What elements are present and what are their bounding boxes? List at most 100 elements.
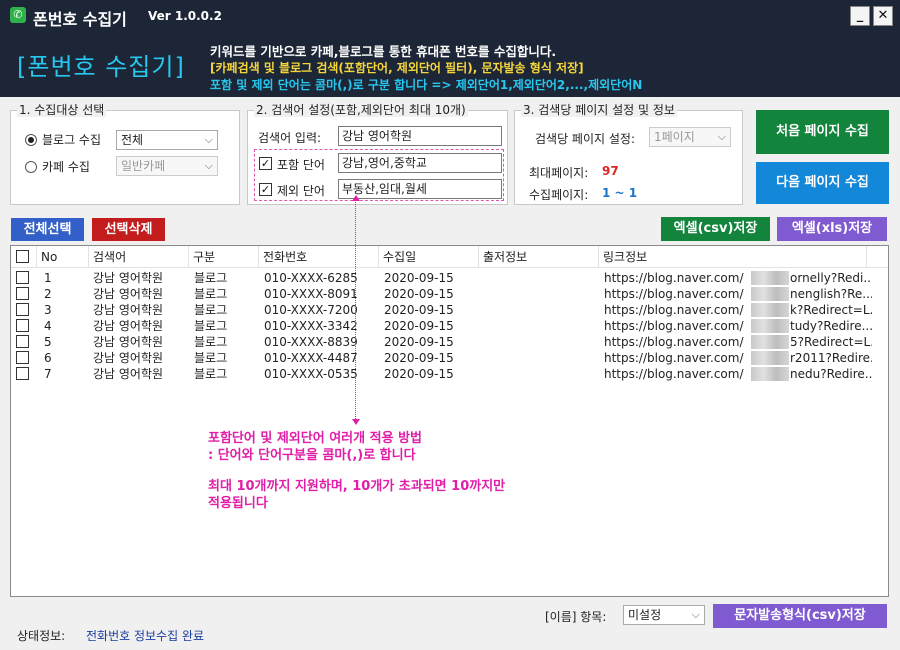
excel-xls-button[interactable]: 엑셀(xls)저장 xyxy=(777,217,887,241)
first-page-button[interactable]: 처음 페이지 수집 xyxy=(756,110,889,154)
cell-phone: 010-XXXX-7200 xyxy=(264,303,358,317)
row-checkbox[interactable] xyxy=(16,351,29,364)
table-row[interactable]: 4 강남 영어학원 블로그 010-XXXX-3342 2020-09-15 https:… xyxy=(11,318,888,334)
col-keyword[interactable]: 검색어 xyxy=(89,246,189,268)
include-checkbox[interactable]: ✓ xyxy=(259,157,272,170)
select-all-checkbox[interactable] xyxy=(16,250,29,263)
cell-phone: 010-XXXX-4487 xyxy=(264,351,358,365)
table-row[interactable]: 6 강남 영어학원 블로그 010-XXXX-4487 2020-09-15 https:… xyxy=(11,350,888,366)
redacted-blog-id xyxy=(751,303,789,317)
cell-type: 블로그 xyxy=(194,319,228,333)
results-table[interactable]: No 검색어 구분 전화번호 수집일 출저정보 링크정보 1 강남 영어학원 블로그… xyxy=(10,245,889,597)
row-checkbox[interactable] xyxy=(16,367,29,380)
per-search-value: 1페이지 xyxy=(654,130,695,144)
cafe-type-value: 일반카페 xyxy=(121,159,166,173)
cell-link-prefix: https://blog.naver.com/ xyxy=(604,271,744,285)
blog-type-value: 전체 xyxy=(121,133,144,147)
cell-link-suffix: ornelly?Redi... xyxy=(790,271,872,285)
close-button[interactable]: ✕ xyxy=(873,6,893,26)
row-checkbox[interactable] xyxy=(16,335,29,348)
cafe-type-select[interactable]: 일반카페 ⌵ xyxy=(116,156,218,176)
cell-no: 2 xyxy=(44,287,52,301)
cafe-radio[interactable] xyxy=(25,160,37,173)
cell-source xyxy=(484,286,598,302)
target-group: 1. 수집대상 선택 블로그 수집 전체 ⌵ 카페 수집 일반카페 ⌵ xyxy=(10,103,240,205)
keyword-input[interactable]: 강남 영어학원 xyxy=(338,126,502,146)
col-type[interactable]: 구분 xyxy=(189,246,259,268)
header-features: [카페검색 및 블로그 검색(포함단어, 제외단어 필터), 문자발송 형식 저… xyxy=(210,61,584,75)
title-bar: ✆ 폰번호 수집기 Ver 1.0.0.2 _ ✕ xyxy=(0,0,900,32)
blog-radio[interactable] xyxy=(25,133,37,146)
table-row[interactable]: 2 강남 영어학원 블로그 010-XXXX-8091 2020-09-15 https:… xyxy=(11,286,888,302)
col-link[interactable]: 링크정보 xyxy=(599,246,867,268)
status-value: 전화번호 정보수집 완료 xyxy=(86,629,205,643)
cell-type: 블로그 xyxy=(194,271,228,285)
cell-link-prefix: https://blog.naver.com/ xyxy=(604,351,744,365)
header-description: 키워드를 기반으로 카페,블로그를 통한 휴대폰 번호를 수집합니다. xyxy=(210,44,557,59)
cell-source xyxy=(484,350,598,366)
cell-type: 블로그 xyxy=(194,351,228,365)
cell-keyword: 강남 영어학원 xyxy=(93,271,164,285)
pages-group: 3. 검색당 페이지 설정 및 정보 검색당 페이지 설정: 1페이지 ⌵ 최대… xyxy=(514,103,743,205)
col-date[interactable]: 수집일 xyxy=(379,246,479,268)
cell-no: 1 xyxy=(44,271,52,285)
cell-no: 3 xyxy=(44,303,52,317)
exclude-words-input[interactable]: 부동산,임대,월세 xyxy=(338,179,502,199)
annotation-line3: 최대 10개까지 지원하며, 10개가 초과되면 10까지만 xyxy=(208,479,506,494)
table-row[interactable]: 5 강남 영어학원 블로그 010-XXXX-8839 2020-09-15 https:… xyxy=(11,334,888,350)
cell-keyword: 강남 영어학원 xyxy=(93,351,164,365)
cell-date: 2020-09-15 xyxy=(384,319,454,333)
col-no[interactable]: No xyxy=(37,246,89,268)
cell-keyword: 강남 영어학원 xyxy=(93,319,164,333)
excel-csv-button[interactable]: 엑셀(csv)저장 xyxy=(661,217,770,241)
annotation-line2: : 단어와 단어구분을 콤마(,)로 합니다 xyxy=(208,448,416,463)
annotation-arrow xyxy=(352,195,360,425)
row-checkbox[interactable] xyxy=(16,319,29,332)
table-header: No 검색어 구분 전화번호 수집일 출저정보 링크정보 xyxy=(11,246,888,268)
sms-csv-button[interactable]: 문자발송형식(csv)저장 xyxy=(713,604,887,628)
cell-link-prefix: https://blog.naver.com/ xyxy=(604,367,744,381)
cell-link-suffix: 5?Redirect=L... xyxy=(790,335,872,349)
collected-page-label: 수집페이지: xyxy=(529,188,589,202)
redacted-blog-id xyxy=(751,367,789,381)
cell-link-prefix: https://blog.naver.com/ xyxy=(604,303,744,317)
cell-keyword: 강남 영어학원 xyxy=(93,303,164,317)
redacted-blog-id xyxy=(751,319,789,333)
header-checkbox-cell xyxy=(11,246,37,268)
cell-link-prefix: https://blog.naver.com/ xyxy=(604,319,744,333)
cell-link-prefix: https://blog.naver.com/ xyxy=(604,287,744,301)
row-checkbox[interactable] xyxy=(16,303,29,316)
delete-selected-button[interactable]: 선택삭제 xyxy=(92,218,165,241)
minimize-button[interactable]: _ xyxy=(850,6,870,26)
cell-link-suffix: tudy?Redire... xyxy=(790,319,872,333)
cell-date: 2020-09-15 xyxy=(384,287,454,301)
select-all-button[interactable]: 전체선택 xyxy=(11,218,84,241)
table-row[interactable]: 1 강남 영어학원 블로그 010-XXXX-6285 2020-09-15 https:… xyxy=(11,270,888,286)
blog-type-select[interactable]: 전체 ⌵ xyxy=(116,130,218,150)
cell-link-suffix: nedu?Redire... xyxy=(790,367,872,381)
table-row[interactable]: 3 강남 영어학원 블로그 010-XXXX-7200 2020-09-15 https:… xyxy=(11,302,888,318)
search-group: 2. 검색어 설정(포함,제외단어 최대 10개) 검색어 입력: 강남 영어학… xyxy=(247,103,508,205)
include-words-input[interactable]: 강남,영어,중학교 xyxy=(338,153,502,173)
row-checkbox[interactable] xyxy=(16,271,29,284)
cell-keyword: 강남 영어학원 xyxy=(93,367,164,381)
cell-type: 블로그 xyxy=(194,335,228,349)
annotation-line1: 포함단어 및 제외단어 여러개 적용 방법 xyxy=(208,431,422,446)
annotation-line4: 적용됩니다 xyxy=(208,496,268,511)
cell-source xyxy=(484,366,598,382)
keyword-label: 검색어 입력: xyxy=(258,131,322,145)
table-row[interactable]: 7 강남 영어학원 블로그 010-XXXX-0535 2020-09-15 https:… xyxy=(11,366,888,382)
col-phone[interactable]: 전화번호 xyxy=(259,246,379,268)
collected-page-value: 1 ~ 1 xyxy=(602,186,638,200)
row-checkbox[interactable] xyxy=(16,287,29,300)
window-title: 폰번호 수집기 xyxy=(33,10,127,29)
per-search-select[interactable]: 1페이지 ⌵ xyxy=(649,127,731,147)
cell-source xyxy=(484,302,598,318)
max-page-label: 최대페이지: xyxy=(529,166,589,180)
cell-no: 5 xyxy=(44,335,52,349)
col-source[interactable]: 출저정보 xyxy=(479,246,599,268)
exclude-checkbox[interactable]: ✓ xyxy=(259,183,272,196)
next-page-button[interactable]: 다음 페이지 수집 xyxy=(756,162,889,204)
name-field-select[interactable]: 미설정 ⌵ xyxy=(623,605,705,625)
cell-type: 블로그 xyxy=(194,367,228,381)
